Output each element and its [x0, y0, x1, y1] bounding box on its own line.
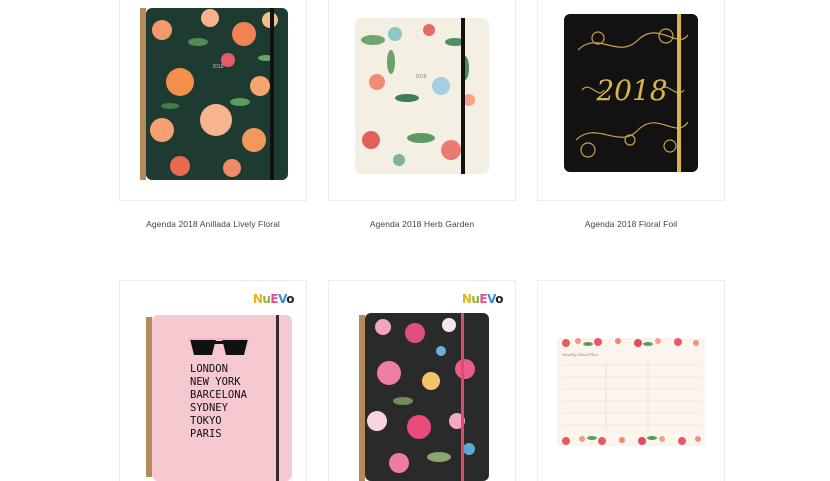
- spiral-binding: [140, 8, 146, 180]
- city-label: BARCELONA: [190, 389, 247, 401]
- product-card-floral-foil[interactable]: 2018 NuEVo: [538, 0, 724, 200]
- product-card-dark-floral[interactable]: NuEVo: [329, 281, 515, 481]
- cover-year: 2018: [212, 64, 223, 70]
- city-label: PARIS: [190, 428, 222, 440]
- product-card-meal-planner[interactable]: Weekly Meal Plan: [538, 281, 724, 481]
- product-image[interactable]: Weekly Meal Plan: [538, 281, 724, 481]
- notepad-title: Weekly Meal Plan: [562, 352, 599, 357]
- city-label: SYDNEY: [190, 402, 228, 414]
- product-image[interactable]: 2018: [329, 0, 515, 190]
- product-card-cities[interactable]: LONDON NEW YORK BARCELONA SYDNEY TOKYO P…: [120, 281, 306, 481]
- elastic-band: [461, 18, 465, 174]
- product-title[interactable]: Agenda 2018 Anillada Lively Floral: [120, 219, 306, 229]
- product-image[interactable]: 2018: [538, 0, 724, 190]
- elastic-band: [677, 14, 681, 172]
- new-badge: NuEVo: [461, 292, 504, 306]
- new-badge: NuEVo: [253, 0, 295, 1]
- product-card-lively-floral[interactable]: 2018 NuEVo: [120, 0, 306, 200]
- city-label: TOKYO: [190, 415, 222, 427]
- planner-cover: [365, 313, 489, 481]
- city-label: LONDON: [190, 363, 228, 375]
- product-image[interactable]: 2018: [120, 0, 306, 190]
- product-card-herb-garden[interactable]: 2018 NuEVo: [329, 0, 515, 200]
- product-title[interactable]: Agenda 2018 Herb Garden: [329, 219, 515, 229]
- cover-year: 2018: [415, 74, 426, 80]
- elastic-band: [270, 8, 274, 180]
- product-image[interactable]: [329, 281, 515, 481]
- elastic-band: [461, 313, 464, 481]
- new-badge: NuEVo: [671, 0, 713, 1]
- spiral-binding: [359, 315, 365, 481]
- product-title[interactable]: Agenda 2018 Floral Foil: [538, 219, 724, 229]
- city-label: NEW YORK: [190, 376, 241, 388]
- new-badge: NuEVo: [252, 292, 295, 306]
- new-badge: NuEVo: [462, 0, 504, 1]
- spiral-binding: [146, 317, 152, 477]
- city-list: LONDON NEW YORK BARCELONA SYDNEY TOKYO P…: [190, 363, 290, 441]
- cover-year: 2018: [595, 74, 667, 107]
